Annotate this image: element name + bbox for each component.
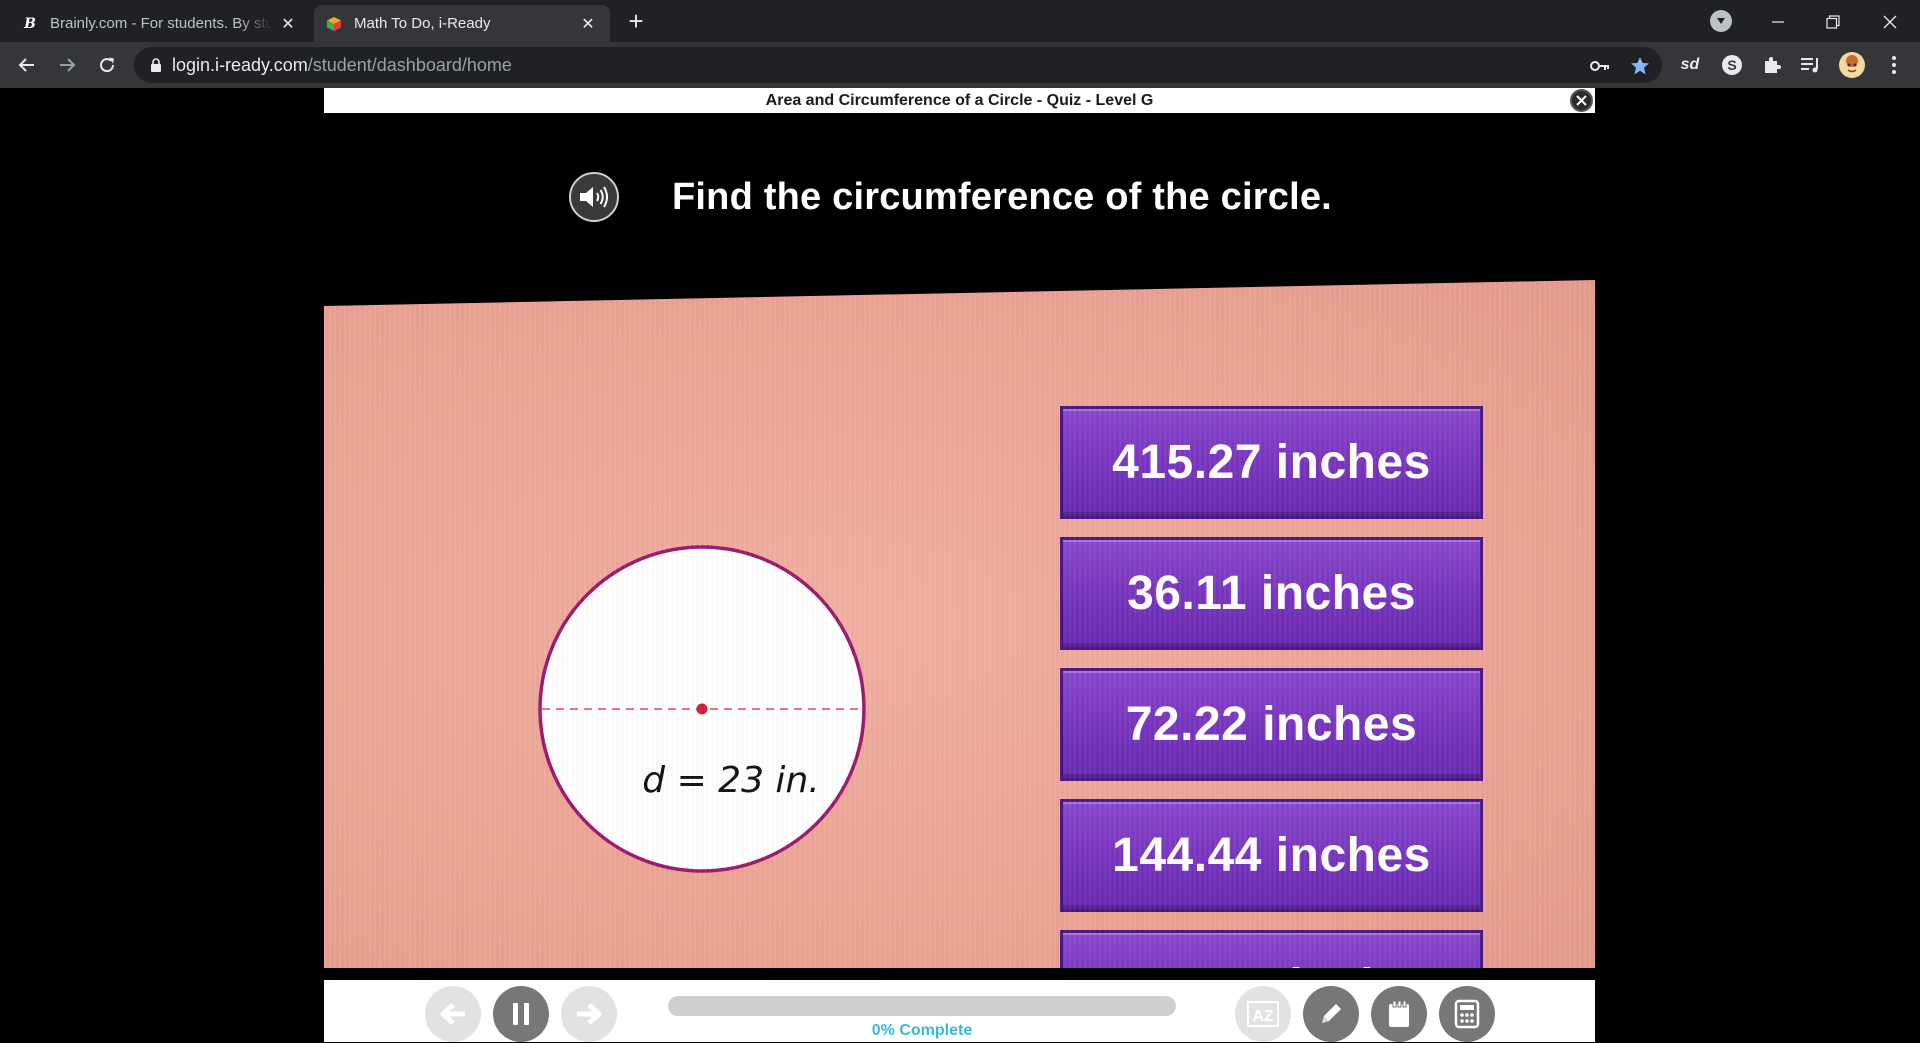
reload-icon[interactable] — [91, 49, 123, 81]
key-icon[interactable] — [1589, 55, 1611, 77]
svg-text:S: S — [1727, 57, 1736, 73]
restore-icon[interactable] — [1815, 4, 1851, 40]
notepad-icon[interactable] — [1371, 986, 1427, 1042]
quiz-header-bar: Area and Circumference of a Circle - Qui… — [324, 88, 1595, 113]
question-prompt: Find the circumference of the circle. — [672, 176, 1332, 218]
back-arrow-icon[interactable] — [11, 49, 43, 81]
media-queue-icon[interactable] — [1799, 53, 1823, 77]
close-window-icon[interactable] — [1872, 4, 1908, 40]
lock-icon[interactable] — [150, 57, 162, 73]
diameter-label: d = 23 in. — [642, 760, 820, 801]
url-text: login.i-ready.com/student/dashboard/home — [172, 55, 512, 76]
tab-strip: B Brainly.com - For students. By student… — [0, 0, 1920, 42]
svg-text:AZ: AZ — [1252, 1008, 1274, 1025]
center-point — [696, 703, 708, 715]
answer-choice-4[interactable]: 144.44 inches — [1060, 799, 1483, 912]
menu-kebab-icon[interactable] — [1882, 53, 1906, 77]
circle-diagram — [536, 543, 868, 875]
bookmark-star-icon[interactable] — [1629, 55, 1651, 77]
iready-lesson-page: Area and Circumference of a Circle - Qui… — [0, 88, 1920, 1042]
address-bar[interactable]: login.i-ready.com/student/dashboard/home — [134, 47, 1662, 83]
answer-label: 36.11 inches — [1127, 567, 1416, 620]
answer-choice-1[interactable]: 415.27 inches — [1060, 406, 1483, 519]
close-quiz-icon[interactable] — [1570, 89, 1593, 112]
lesson-footer: 0% Complete AZ — [324, 980, 1595, 1042]
forward-arrow-icon[interactable] — [51, 49, 83, 81]
answer-label: 144.44 inches — [1112, 829, 1431, 882]
extensions-puzzle-icon[interactable] — [1760, 53, 1784, 77]
tab-search-icon[interactable] — [1710, 10, 1732, 32]
speaker-audio-icon[interactable] — [569, 172, 619, 222]
answer-label: 415.27 inches — [1112, 436, 1431, 489]
next-arrow-icon[interactable] — [561, 986, 617, 1042]
problem-stage: d = 23 in. 415.27 inches 36.11 inches 72… — [324, 280, 1595, 968]
tab-title: Brainly.com - For students. By students. — [50, 15, 272, 32]
close-tab-icon[interactable]: ✕ — [278, 14, 298, 34]
previous-arrow-icon[interactable] — [425, 986, 481, 1042]
calculator-icon[interactable] — [1439, 986, 1495, 1042]
answer-choice-2[interactable]: 36.11 inches — [1060, 537, 1483, 650]
dollar-extension-icon[interactable]: S — [1720, 53, 1744, 77]
tab-iready[interactable]: Math To Do, i-Ready ✕ — [314, 5, 610, 42]
profile-avatar-icon[interactable] — [1838, 51, 1866, 79]
progress-label: 0% Complete — [871, 1022, 973, 1039]
url-host: login.i-ready.com — [172, 54, 308, 75]
brainly-b-icon: B — [24, 15, 36, 32]
tab-title: Math To Do, i-Ready — [354, 15, 491, 32]
new-tab-button[interactable]: + — [622, 8, 650, 36]
url-path: /student/dashboard/home — [307, 54, 512, 75]
progress-bar — [668, 996, 1176, 1016]
answer-label: 72.22 inches — [1125, 698, 1418, 751]
glossary-az-icon[interactable]: AZ — [1235, 986, 1291, 1042]
quiz-title: Area and Circumference of a Circle - Qui… — [765, 91, 1154, 109]
iready-cube-icon — [326, 16, 342, 32]
answer-choice-3[interactable]: 72.22 inches — [1060, 668, 1483, 781]
minimize-icon[interactable] — [1760, 4, 1796, 40]
tab-brainly[interactable]: B Brainly.com - For students. By student… — [10, 5, 310, 42]
browser-toolbar: login.i-ready.com/student/dashboard/home… — [0, 42, 1920, 88]
pencil-icon[interactable] — [1303, 986, 1359, 1042]
sd-extension-icon[interactable]: sd — [1678, 53, 1702, 77]
pause-icon[interactable] — [493, 986, 549, 1042]
close-tab-icon[interactable]: ✕ — [578, 14, 598, 34]
